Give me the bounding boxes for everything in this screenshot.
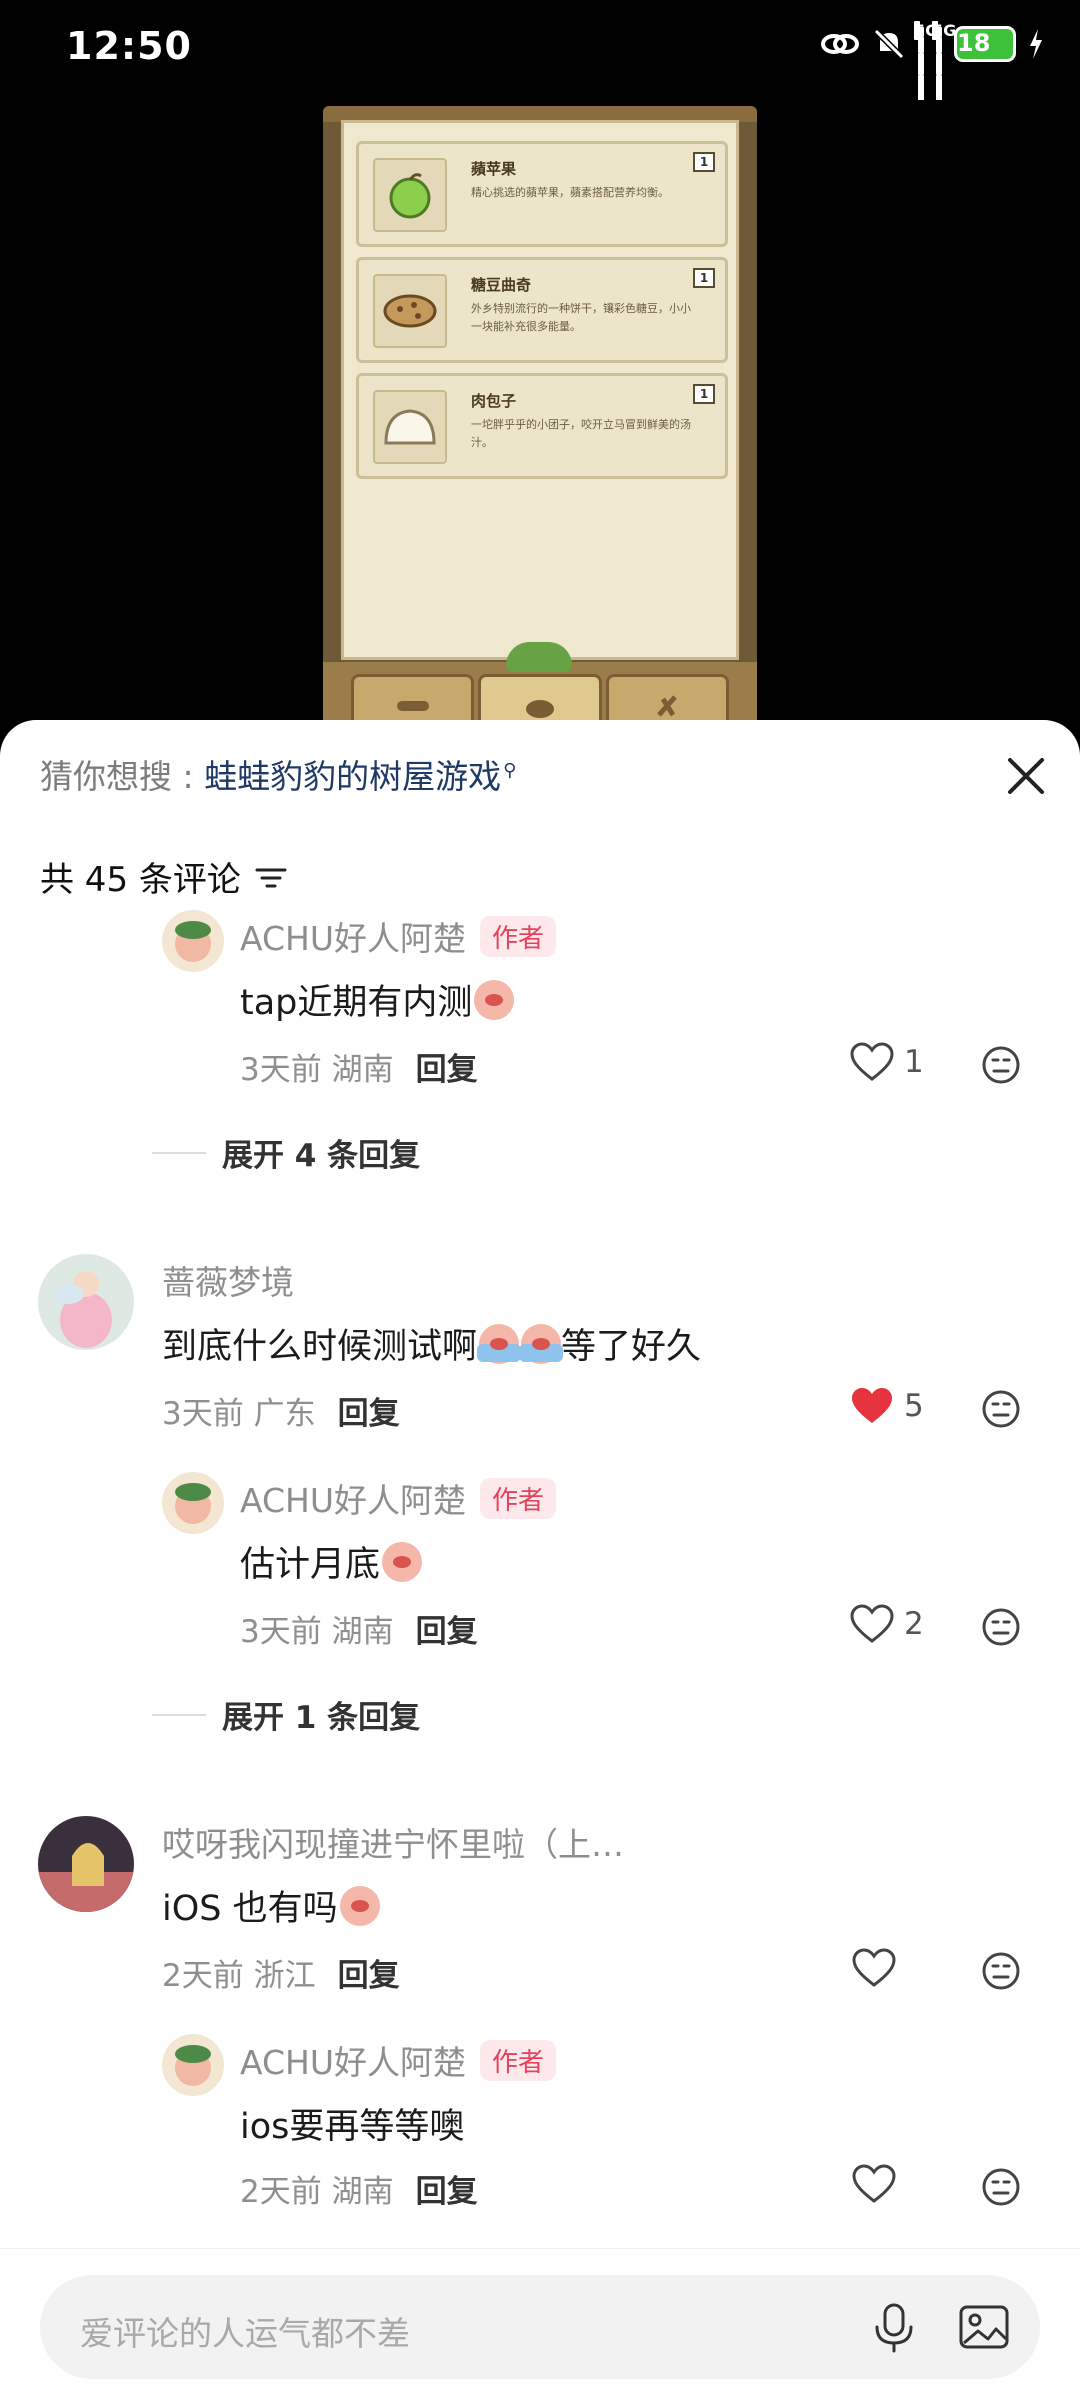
avatar[interactable] <box>162 910 224 972</box>
reply-button[interactable]: 回复 <box>416 2174 478 2210</box>
suggest-keyword[interactable]: 蛙蛙豹豹的树屋游戏 <box>204 757 501 796</box>
comment-text: 估计月底 <box>240 1536 423 1587</box>
heart-icon <box>850 1042 894 1081</box>
avatar[interactable] <box>38 1816 134 1912</box>
like-count: 2 <box>904 1606 924 1642</box>
emoji-sticker <box>339 1886 380 1926</box>
like-count: 1 <box>904 1044 924 1080</box>
reply-button[interactable]: 回复 <box>338 1396 400 1432</box>
input-placeholder: 爱评论的人运气都不差 <box>80 2314 410 2353</box>
signal-icon: 5G <box>914 21 938 105</box>
comment-meta: 3天前 广东 回复 <box>162 1396 400 1432</box>
heart-icon <box>852 1388 892 1423</box>
emoji-sticker <box>382 1542 423 1582</box>
game-tab-bar <box>351 674 729 720</box>
author-badge: 作者 <box>480 2040 557 2081</box>
link-icon <box>821 34 859 54</box>
charging-icon <box>1030 29 1042 59</box>
close-icon[interactable] <box>1000 750 1052 802</box>
like-button[interactable]: 2 <box>850 1604 924 1644</box>
emoji-icon[interactable] <box>981 1389 1021 1429</box>
emoji-icon[interactable] <box>981 1951 1021 1991</box>
search-suggestion[interactable]: 猜你想搜 : 蛙蛙豹豹的树屋游戏 ⚲ <box>40 750 516 798</box>
tool-tab <box>351 674 475 720</box>
emoji-icon[interactable] <box>981 2167 1021 2207</box>
inventory-item: 肉包子 一坨胖乎乎的小团子，咬开立马冒到鲜美的汤汁。 1 <box>356 373 728 479</box>
image-icon[interactable] <box>956 2299 1012 2355</box>
mic-icon[interactable] <box>866 2299 922 2355</box>
avatar[interactable] <box>38 1254 134 1350</box>
heart-icon <box>850 1604 894 1643</box>
game-screenshot: 蘋苹果 精心挑选的蘋苹果，蘋素搭配营养均衡。 1 糖豆曲奇 外乡特别流行的一种饼… <box>323 106 757 720</box>
inventory-item: 蘋苹果 精心挑选的蘋苹果，蘋素搭配营养均衡。 1 <box>356 141 728 247</box>
expand-replies[interactable]: 展开 1 条回复 <box>152 1692 420 1737</box>
username[interactable]: 哎呀我闪现撞进宁怀里啦（上… <box>162 1818 624 1866</box>
emoji-icon[interactable] <box>981 1607 1021 1647</box>
username[interactable]: ACHU好人阿楚 作者 <box>240 912 557 960</box>
username[interactable]: ACHU好人阿楚 作者 <box>240 2036 557 2084</box>
avatar[interactable] <box>162 1472 224 1534</box>
search-icon: ⚲ <box>503 760 517 781</box>
expand-replies[interactable]: 展开 4 条回复 <box>152 1130 420 1175</box>
inventory-panel: 蘋苹果 精心挑选的蘋苹果，蘋素搭配营养均衡。 1 糖豆曲奇 外乡特别流行的一种饼… <box>341 120 739 660</box>
emoji-icon[interactable] <box>981 1045 1021 1085</box>
status-time: 12:50 <box>66 24 192 68</box>
seed-tab <box>605 674 729 720</box>
comment-meta: 2天前 湖南 回复 <box>240 2174 478 2210</box>
username[interactable]: 蔷薇梦境 <box>162 1256 294 1304</box>
comment-text: ios要再等等噢 <box>240 2107 465 2147</box>
inventory-item: 糖豆曲奇 外乡特别流行的一种饼干，镶彩色糖豆，小小一块能补充很多能量。 1 <box>356 257 728 363</box>
emoji-sticker <box>477 1324 522 1364</box>
battery-icon: 18 <box>954 26 1016 62</box>
like-button[interactable]: 1 <box>850 1042 924 1082</box>
emoji-sticker <box>519 1324 564 1364</box>
comment-count: 共 45 条评论 <box>40 852 289 901</box>
emoji-sticker <box>474 980 515 1020</box>
comment-meta: 3天前 湖南 回复 <box>240 1052 478 1088</box>
comment-text: tap近期有内测 <box>240 974 515 1025</box>
mute-bell-icon <box>873 28 905 60</box>
reply-button[interactable]: 回复 <box>416 1614 478 1650</box>
comment-text: iOS 也有吗 <box>162 1880 380 1931</box>
cookie-icon <box>373 274 447 348</box>
heart-icon <box>852 2164 896 2203</box>
signal-icon: 5G <box>932 21 956 105</box>
username[interactable]: ACHU好人阿楚 作者 <box>240 1474 557 1522</box>
filter-icon[interactable] <box>253 862 289 892</box>
status-icons: 5G 5G 18 <box>820 21 1044 105</box>
author-badge: 作者 <box>480 916 557 957</box>
like-button[interactable] <box>852 2164 906 2204</box>
reply-button[interactable]: 回复 <box>416 1052 478 1088</box>
comment-sheet: 猜你想搜 : 蛙蛙豹豹的树屋游戏 ⚲ 共 45 条评论 ACHU好人阿楚 作者 ta… <box>0 720 1080 2401</box>
comment-input[interactable]: 爱评论的人运气都不差 <box>40 2275 1040 2379</box>
author-badge: 作者 <box>480 1478 557 1519</box>
apple-icon <box>373 158 447 232</box>
comment-meta: 2天前 浙江 回复 <box>162 1958 400 1994</box>
heart-icon <box>852 1948 896 1987</box>
like-count: 5 <box>904 1388 924 1424</box>
status-bar: 12:50 5G 5G 18 <box>0 0 1080 105</box>
reply-button[interactable]: 回复 <box>338 1958 400 1994</box>
avatar[interactable] <box>162 2034 224 2096</box>
comment-meta: 3天前 湖南 回复 <box>240 1614 478 1650</box>
frog-icon <box>506 642 572 672</box>
like-button[interactable] <box>852 1948 906 1988</box>
comment-text: 到底什么时候测试啊 等了好久 <box>162 1318 701 1369</box>
video-player[interactable]: 蘋苹果 精心挑选的蘋苹果，蘋素搭配营养均衡。 1 糖豆曲奇 外乡特别流行的一种饼… <box>0 100 1080 720</box>
bun-icon <box>373 390 447 464</box>
like-button[interactable]: 5 <box>850 1386 924 1426</box>
suggest-label: 猜你想搜 : <box>40 757 205 796</box>
comment-input-bar: 爱评论的人运气都不差 <box>0 2248 1080 2401</box>
food-tab <box>478 674 602 720</box>
